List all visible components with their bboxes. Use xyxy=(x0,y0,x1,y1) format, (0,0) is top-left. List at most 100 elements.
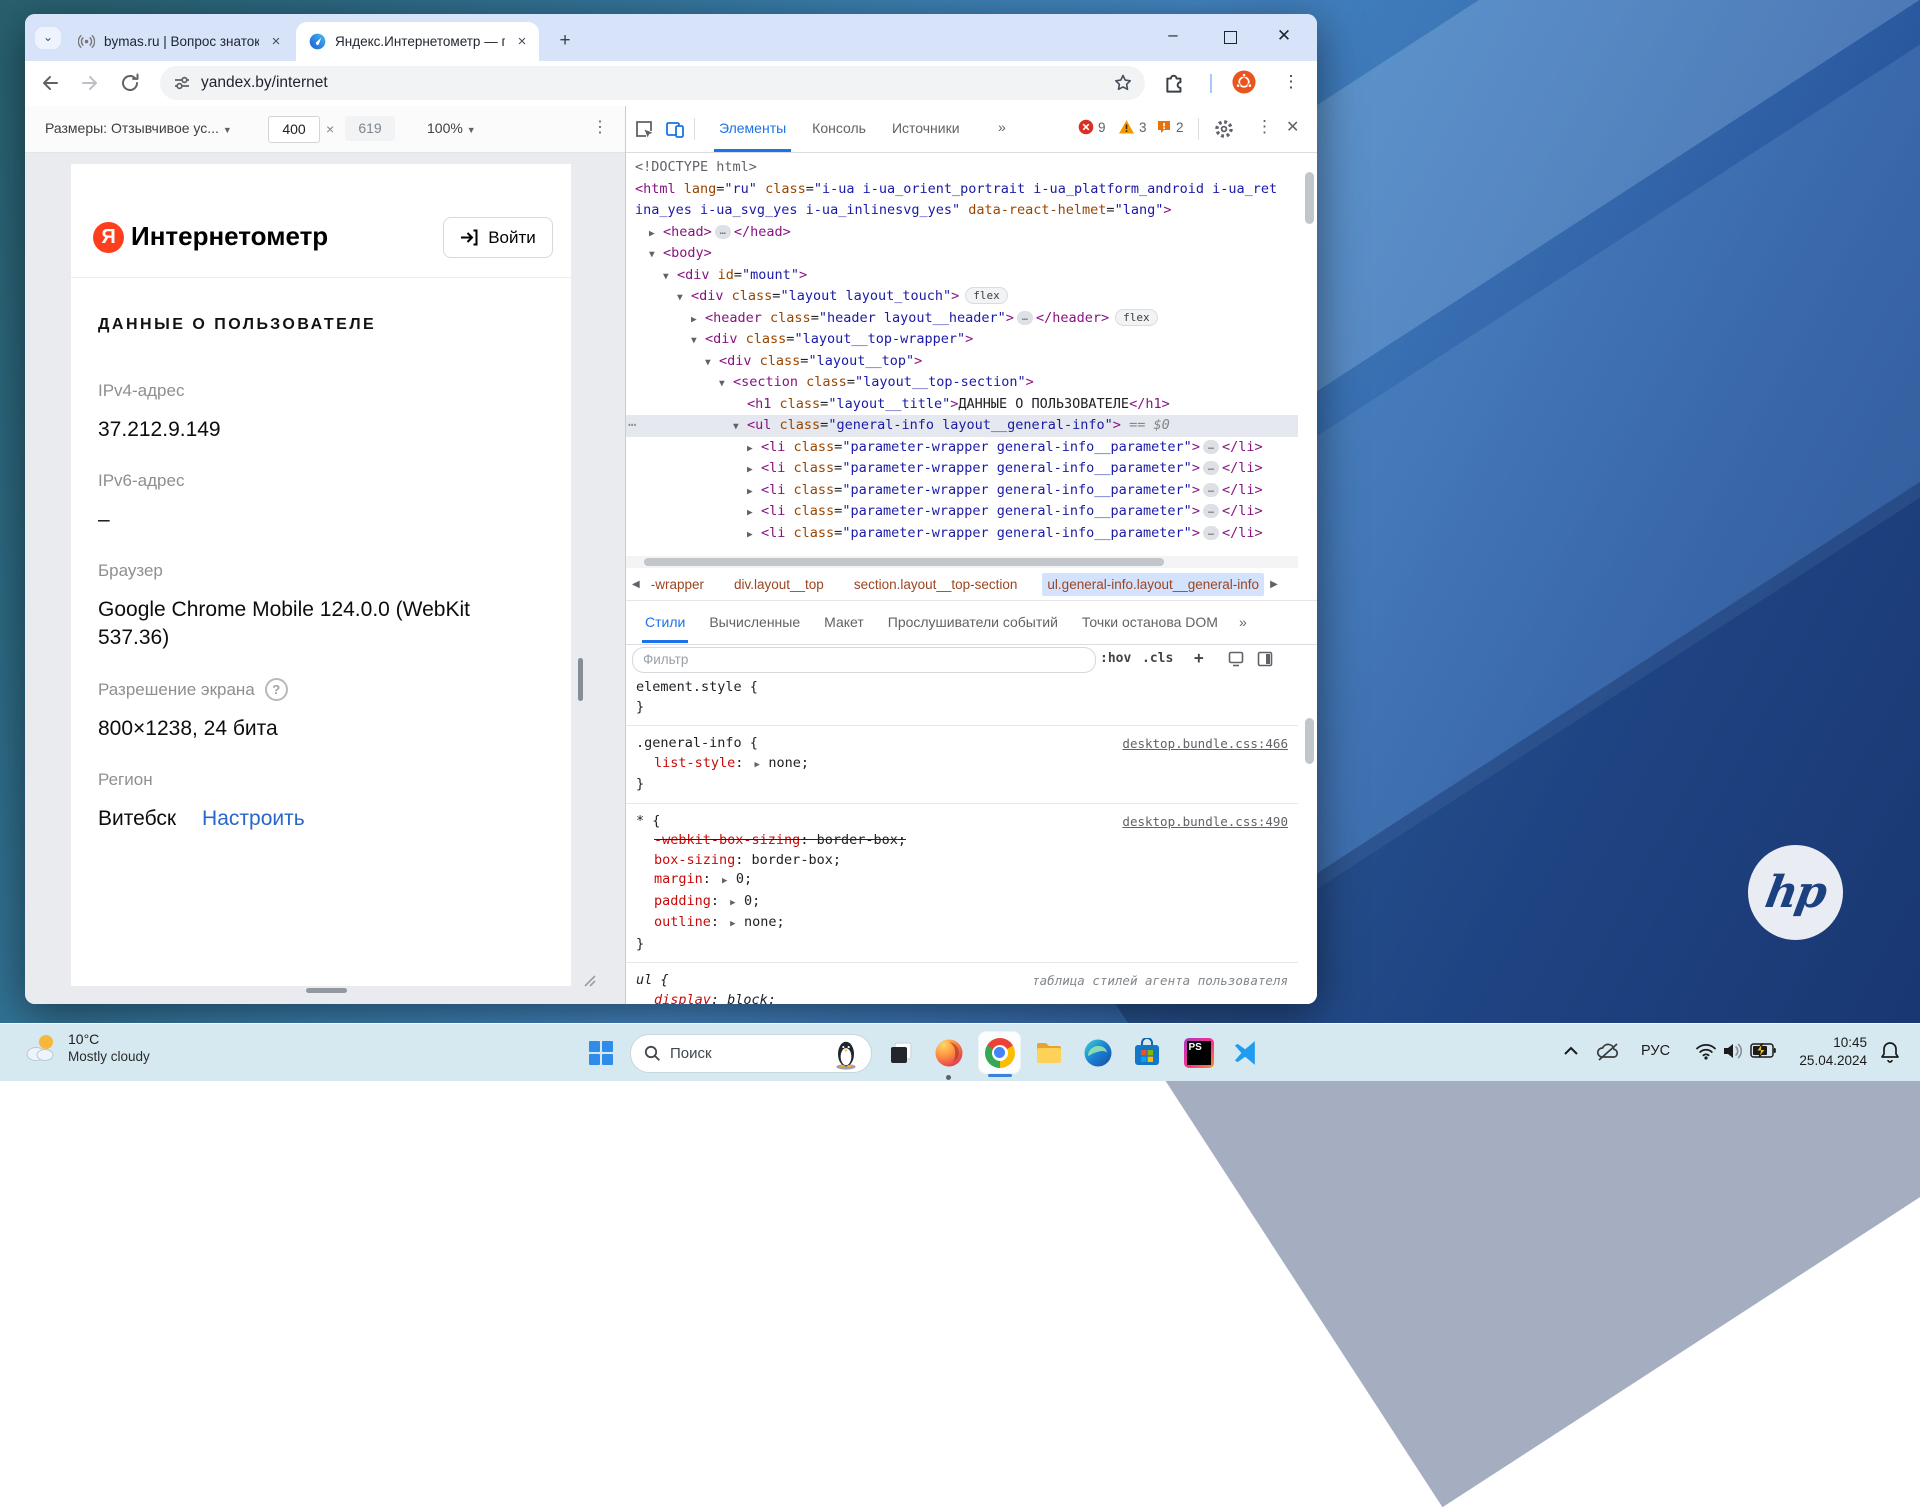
styles-filter-input[interactable]: Фильтр xyxy=(632,647,1096,673)
dom-tree-row[interactable]: ▼<section class="layout__top-section"> xyxy=(626,372,1298,394)
dom-horizontal-scrollbar[interactable] xyxy=(626,556,1298,568)
page-vertical-scrollbar[interactable] xyxy=(578,658,583,701)
browser-menu-kebab-icon[interactable]: ⋮ xyxy=(1279,72,1303,96)
dom-vertical-scrollbar[interactable] xyxy=(1305,172,1314,224)
class-toggle[interactable]: .cls xyxy=(1142,651,1173,666)
dom-tree-row[interactable]: ▼<div class="layout__top"> xyxy=(626,351,1298,373)
styles-tab[interactable]: Стили xyxy=(640,601,690,643)
settings-gear-icon[interactable] xyxy=(1214,119,1234,139)
expand-value-icon[interactable]: ▶ xyxy=(730,898,741,908)
page-horizontal-scrollbar[interactable] xyxy=(306,988,347,993)
rule-header[interactable]: element.style { xyxy=(636,678,1288,698)
console-warnings-badge[interactable]: 3 xyxy=(1118,119,1147,135)
help-icon[interactable]: ? xyxy=(265,678,288,701)
expand-arrow-icon[interactable]: ▶ xyxy=(747,524,761,546)
css-property[interactable]: display: block; xyxy=(636,991,1288,1005)
tray-expand-chevron-icon[interactable] xyxy=(1563,1045,1579,1057)
breadcrumb-item[interactable]: div.layout__top xyxy=(729,573,829,596)
url-text[interactable]: yandex.by/internet xyxy=(201,74,1113,92)
rule-selector[interactable]: element.style xyxy=(636,679,742,695)
volume-icon[interactable] xyxy=(1722,1041,1744,1061)
device-toolbar-kebab-icon[interactable]: ⋮ xyxy=(592,117,608,137)
expand-arrow-icon[interactable]: ▼ xyxy=(677,287,691,309)
yandex-logo[interactable]: Я xyxy=(93,222,124,253)
notifications-bell-icon[interactable] xyxy=(1880,1041,1900,1063)
dom-tree-row[interactable]: ▼<div id="mount"> xyxy=(626,265,1298,287)
css-property[interactable]: box-sizing: border-box; xyxy=(636,851,1288,871)
forward-icon[interactable] xyxy=(78,71,102,95)
dom-tree-row[interactable]: ▶<head>…</head> xyxy=(626,222,1298,244)
stylesheet-link[interactable]: desktop.bundle.css:490 xyxy=(1122,812,1288,832)
devtools-more-tabs-icon[interactable]: » xyxy=(998,119,1006,135)
taskbar-file-explorer[interactable] xyxy=(1028,1032,1069,1073)
dom-tree-row[interactable]: <html lang="ru" class="i-ua i-ua_orient_… xyxy=(626,179,1298,201)
device-dimensions-select[interactable]: Размеры: Отзывчивое ус... ▼ xyxy=(45,120,232,136)
new-style-rule-button[interactable]: + xyxy=(1194,648,1204,667)
expand-arrow-icon[interactable]: ▼ xyxy=(663,266,677,288)
address-bar[interactable]: yandex.by/internet xyxy=(160,66,1145,100)
new-tab-button[interactable]: + xyxy=(553,29,577,53)
expand-value-icon[interactable]: ▶ xyxy=(755,760,766,770)
taskbar-vscode[interactable] xyxy=(1222,1032,1263,1073)
onedrive-paused-icon[interactable] xyxy=(1595,1041,1621,1063)
dom-tree-row[interactable]: ▶<li class="parameter-wrapper general-in… xyxy=(626,437,1298,459)
rule-header[interactable]: таблица стилей агента пользователяul { xyxy=(636,971,1288,991)
dom-tree-row[interactable]: <h1 class="layout__title">ДАННЫЕ О ПОЛЬЗ… xyxy=(626,394,1298,416)
breadcrumb-item[interactable]: -wrapper xyxy=(646,573,709,596)
dom-tree-row[interactable]: ▶<li class="parameter-wrapper general-in… xyxy=(626,501,1298,523)
expand-arrow-icon[interactable]: ▶ xyxy=(747,459,761,481)
dom-tree-row[interactable]: ▶<li class="parameter-wrapper general-in… xyxy=(626,523,1298,545)
devtools-tab[interactable]: Источники xyxy=(879,106,973,152)
hover-state-toggle[interactable]: :hov xyxy=(1100,651,1131,666)
keyboard-language[interactable]: РУС xyxy=(1641,1043,1670,1059)
css-property[interactable]: margin: ▶ 0; xyxy=(636,870,1288,892)
reload-icon[interactable] xyxy=(118,71,142,95)
dock-side-icon[interactable] xyxy=(1257,651,1273,667)
styles-tab[interactable]: Макет xyxy=(819,601,869,643)
dom-tree-row[interactable]: ▼<div class="layout__top-wrapper"> xyxy=(626,329,1298,351)
taskbar-firefox[interactable] xyxy=(928,1032,969,1073)
battery-charging-icon[interactable] xyxy=(1750,1043,1776,1058)
expand-arrow-icon[interactable]: ▶ xyxy=(649,223,663,245)
weather-widget[interactable]: 10°C Mostly cloudy xyxy=(22,1030,150,1065)
device-toolbar-toggle-icon[interactable] xyxy=(665,119,685,139)
breadcrumb-left-icon[interactable]: ◀ xyxy=(632,579,640,590)
expand-arrow-icon[interactable]: ▶ xyxy=(691,309,705,331)
taskbar-search[interactable]: Поиск xyxy=(630,1034,872,1073)
ubuntu-profile-icon[interactable] xyxy=(1232,70,1256,94)
rule-selector[interactable]: ul xyxy=(636,972,652,988)
devtools-menu-kebab-icon[interactable]: ⋮ xyxy=(1256,117,1273,137)
styles-tab[interactable]: Точки останова DOM xyxy=(1077,601,1223,643)
viewport-resize-grip[interactable] xyxy=(581,972,597,988)
login-button[interactable]: Войти xyxy=(443,217,553,258)
inspect-element-icon[interactable] xyxy=(634,119,654,139)
rule-header[interactable]: desktop.bundle.css:466.general-info { xyxy=(636,734,1288,754)
back-icon[interactable] xyxy=(38,71,62,95)
styles-more-tabs-icon[interactable]: » xyxy=(1239,614,1247,630)
tab-close-icon[interactable]: × xyxy=(267,33,285,51)
dom-tree-row[interactable]: ▼<div class="layout layout_touch">flex xyxy=(626,286,1298,308)
window-minimize-button[interactable]: – xyxy=(1160,24,1186,50)
expand-arrow-icon[interactable]: ▶ xyxy=(747,502,761,524)
rule-header[interactable]: desktop.bundle.css:490* { xyxy=(636,812,1288,832)
devtools-tab[interactable]: Элементы xyxy=(706,106,799,152)
stylesheet-link[interactable]: desktop.bundle.css:466 xyxy=(1122,734,1288,754)
styles-tab[interactable]: Прослушиватели событий xyxy=(883,601,1063,643)
task-view-button[interactable] xyxy=(880,1032,921,1073)
expand-value-icon[interactable]: ▶ xyxy=(730,919,741,929)
window-maximize-button[interactable] xyxy=(1217,24,1243,50)
breadcrumb-item[interactable]: section.layout__top-section xyxy=(849,573,1023,596)
css-property[interactable]: -webkit-box-sizing: border-box; xyxy=(636,831,1288,851)
flex-badge[interactable]: flex xyxy=(965,287,1008,304)
tab-bymas[interactable]: bymas.ru | Вопрос знатокам × xyxy=(65,22,293,61)
expand-arrow-icon[interactable]: ▼ xyxy=(705,352,719,374)
dom-tree-row[interactable]: ▶<li class="parameter-wrapper general-in… xyxy=(626,480,1298,502)
rule-selector[interactable]: .general-info xyxy=(636,735,742,751)
expand-arrow-icon[interactable]: ▼ xyxy=(691,330,705,352)
rendering-emulation-icon[interactable] xyxy=(1228,651,1244,667)
expand-arrow-icon[interactable]: ▼ xyxy=(733,416,747,438)
dom-tree-row[interactable]: ina_yes i-ua_svg_yes i-ua_inlinesvg_yes"… xyxy=(626,200,1298,222)
breadcrumb-item[interactable]: ul.general-info.layout__general-info xyxy=(1042,573,1264,596)
device-zoom-select[interactable]: 100% ▼ xyxy=(427,120,476,136)
bookmark-star-icon[interactable] xyxy=(1113,73,1133,93)
